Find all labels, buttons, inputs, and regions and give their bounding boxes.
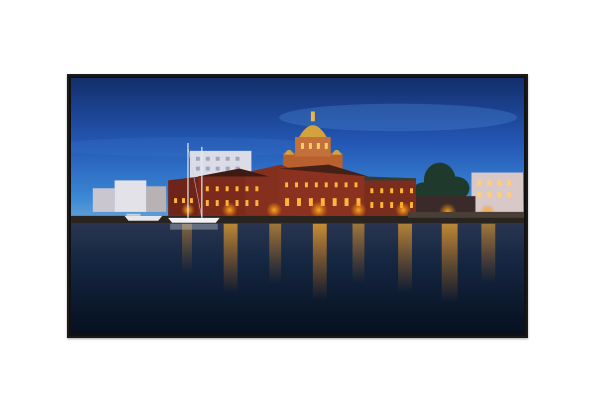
bridge <box>408 211 524 218</box>
display-panel <box>67 74 528 338</box>
display-screen <box>71 78 524 334</box>
harbour-scene-image <box>71 78 524 334</box>
